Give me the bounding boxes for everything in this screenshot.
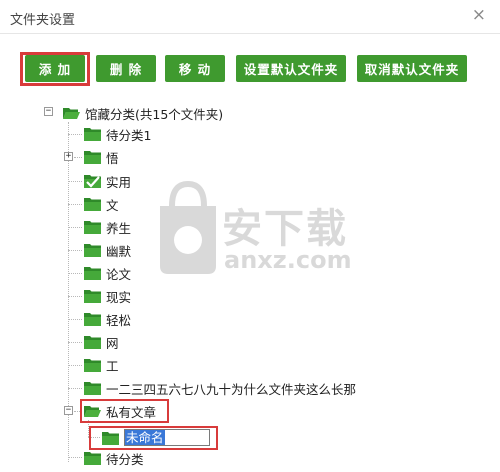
tree-item-label: 实用 <box>106 174 132 190</box>
tree-item-label: 一二三四五六七八九十为什么文件夹这么长那 <box>106 381 357 397</box>
add-button-highlight <box>20 52 90 86</box>
tree-item[interactable]: 文 <box>84 194 119 214</box>
tree-item-label: 悟 <box>106 150 119 166</box>
folder-icon <box>84 312 101 326</box>
tree-item-label: 论文 <box>106 266 132 282</box>
tree-item-label: 待分类1 <box>106 127 152 143</box>
folder-icon <box>84 381 101 395</box>
folder-icon <box>84 451 101 465</box>
tree-item-label: 现实 <box>106 289 132 305</box>
title-bar: 文件夹设置 × <box>0 0 500 34</box>
folder-settings-dialog: 文件夹设置 × 添 加 删 除 移 动 设置默认文件夹 取消默认文件夹 安下载 … <box>0 0 500 472</box>
tree-item-label: 养生 <box>106 220 132 236</box>
folder-icon <box>84 150 101 164</box>
expand-toggle-wu[interactable]: + <box>64 152 73 161</box>
tree-item[interactable]: 待分类 <box>84 448 144 468</box>
tree-item-label: 轻松 <box>106 312 132 328</box>
tree-item[interactable]: 网 <box>84 332 119 352</box>
tree-item[interactable]: 一二三四五六七八九十为什么文件夹这么长那 <box>84 378 356 398</box>
folder-icon <box>84 358 101 372</box>
tree-item[interactable]: 幽默 <box>84 240 131 260</box>
tree-item[interactable]: 养生 <box>84 217 131 237</box>
folder-icon <box>84 220 101 234</box>
tree-item[interactable]: 论文 <box>84 263 131 283</box>
dialog-title: 文件夹设置 <box>10 13 76 28</box>
folder-icon <box>84 289 101 303</box>
tree-item-label: 网 <box>106 335 119 351</box>
tree-item[interactable]: 待分类1 <box>84 124 151 144</box>
tree-root-label: 馆藏分类(共15个文件夹) <box>85 106 224 122</box>
collapse-toggle-root[interactable]: − <box>44 107 53 116</box>
folder-icon <box>84 266 101 280</box>
tree-item[interactable]: 轻松 <box>84 309 131 329</box>
folder-icon <box>84 335 101 349</box>
private-folder-highlight <box>80 399 169 423</box>
folder-icon <box>84 243 101 257</box>
cancel-default-folder-button[interactable]: 取消默认文件夹 <box>357 55 467 82</box>
delete-button[interactable]: 删 除 <box>96 55 156 82</box>
tree-item[interactable]: 悟 <box>84 147 119 167</box>
move-button[interactable]: 移 动 <box>165 55 225 82</box>
folder-check-icon <box>84 174 101 188</box>
tree-item[interactable]: 实用 <box>84 171 131 191</box>
folder-open-icon <box>63 106 80 120</box>
tree-item[interactable]: 现实 <box>84 286 131 306</box>
close-icon[interactable]: × <box>472 6 486 24</box>
folder-icon <box>84 127 101 141</box>
tree-item-label: 工 <box>106 358 119 374</box>
tree-item[interactable]: 工 <box>84 355 119 375</box>
collapse-toggle-private[interactable]: − <box>64 406 73 415</box>
tree-item-label: 待分类 <box>106 451 144 467</box>
set-default-folder-button[interactable]: 设置默认文件夹 <box>236 55 346 82</box>
tree-item-label: 文 <box>106 197 119 213</box>
new-folder-highlight <box>89 426 218 450</box>
folder-icon <box>84 197 101 211</box>
tree-item-label: 幽默 <box>106 243 132 259</box>
watermark-domain: anxz.com <box>224 246 352 274</box>
tree-root[interactable]: 馆藏分类(共15个文件夹) <box>63 103 223 123</box>
